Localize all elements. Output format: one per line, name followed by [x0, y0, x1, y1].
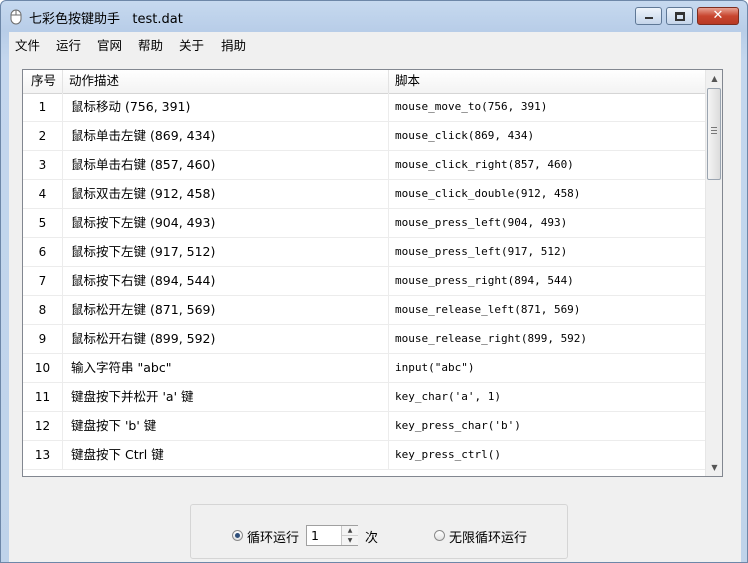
- app-window: 七彩色按键助手 test.dat ✕ 文件 运行 官网 帮助 关于 捐助 序号 …: [0, 0, 748, 563]
- row-script: key_press_char('b'): [395, 419, 521, 432]
- table-row[interactable]: 3 鼠标单击右键 (857, 460) mouse_click_right(857,…: [23, 151, 705, 180]
- row-script: mouse_move_to(756, 391): [395, 100, 548, 113]
- row-number: 4: [23, 180, 63, 209]
- row-script: mouse_press_right(894, 544): [395, 274, 574, 287]
- client-area: 序号 动作描述 脚本 1 鼠标移动 (756, 391) mouse_move_to…: [9, 54, 741, 562]
- table-row[interactable]: 8 鼠标松开左键 (871, 569) mouse_release_left(871…: [23, 296, 705, 325]
- row-number: 8: [23, 296, 63, 325]
- row-number: 9: [23, 325, 63, 354]
- menu-run[interactable]: 运行: [56, 35, 81, 54]
- row-number: 7: [23, 267, 63, 296]
- row-number: 10: [23, 354, 63, 383]
- vertical-scrollbar[interactable]: ▲ ▼: [705, 70, 722, 476]
- minimize-icon: [645, 17, 653, 19]
- table-row[interactable]: 2 鼠标单击左键 (869, 434) mouse_click(869, 434): [23, 122, 705, 151]
- row-script: mouse_click_double(912, 458): [395, 187, 581, 200]
- spinner-buttons: ▲ ▼: [341, 526, 358, 545]
- row-description: 鼠标移动 (756, 391): [63, 93, 389, 122]
- scrollbar-thumb[interactable]: [707, 88, 721, 180]
- loop-radio[interactable]: [232, 530, 243, 541]
- infinite-loop-label[interactable]: 无限循环运行: [449, 527, 527, 546]
- menu-file[interactable]: 文件: [15, 35, 40, 54]
- action-list[interactable]: 序号 动作描述 脚本 1 鼠标移动 (756, 391) mouse_move_to…: [22, 69, 723, 477]
- close-icon: ✕: [712, 8, 724, 23]
- row-number: 6: [23, 238, 63, 267]
- row-description: 键盘按下并松开 'a' 键: [63, 383, 389, 412]
- row-description: 鼠标按下右键 (894, 544): [63, 267, 389, 296]
- list-header: 序号 动作描述 脚本: [23, 70, 705, 94]
- row-script: mouse_press_left(904, 493): [395, 216, 568, 229]
- column-header-number[interactable]: 序号: [23, 70, 63, 93]
- table-row[interactable]: 13 键盘按下 Ctrl 键 key_press_ctrl(): [23, 441, 705, 470]
- row-description: 鼠标单击左键 (869, 434): [63, 122, 389, 151]
- row-number: 2: [23, 122, 63, 151]
- loop-label[interactable]: 循环运行: [247, 527, 299, 546]
- spin-up-icon[interactable]: ▲: [342, 526, 358, 536]
- table-row[interactable]: 6 鼠标按下左键 (917, 512) mouse_press_left(917, …: [23, 238, 705, 267]
- row-description: 鼠标单击右键 (857, 460): [63, 151, 389, 180]
- minimize-button[interactable]: [635, 7, 662, 25]
- row-script: mouse_press_left(917, 512): [395, 245, 568, 258]
- times-label: 次: [365, 531, 379, 546]
- table-row[interactable]: 12 键盘按下 'b' 键 key_press_char('b'): [23, 412, 705, 441]
- table-row[interactable]: 1 鼠标移动 (756, 391) mouse_move_to(756, 391): [23, 93, 705, 122]
- row-description: 鼠标松开左键 (871, 569): [63, 296, 389, 325]
- row-number: 13: [23, 441, 63, 470]
- menu-about[interactable]: 关于: [179, 35, 204, 54]
- row-description: 键盘按下 Ctrl 键: [63, 441, 389, 470]
- menu-help[interactable]: 帮助: [138, 35, 163, 54]
- row-script: key_press_ctrl(): [395, 448, 501, 461]
- menu-bar: 文件 运行 官网 帮助 关于 捐助: [9, 32, 741, 55]
- row-description: 鼠标按下左键 (904, 493): [63, 209, 389, 238]
- row-number: 5: [23, 209, 63, 238]
- radio-dot-icon: [235, 533, 240, 538]
- row-description: 键盘按下 'b' 键: [63, 412, 389, 441]
- grip-icon: [711, 127, 717, 128]
- title-bar[interactable]: 七彩色按键助手 test.dat ✕: [1, 1, 747, 32]
- row-script: key_char('a', 1): [395, 390, 501, 403]
- infinite-loop-radio[interactable]: [434, 530, 445, 541]
- row-script: mouse_release_left(871, 569): [395, 303, 581, 316]
- row-number: 1: [23, 93, 63, 122]
- spin-down-icon[interactable]: ▼: [342, 536, 358, 545]
- maximize-icon: [675, 12, 685, 21]
- row-number: 12: [23, 412, 63, 441]
- table-row[interactable]: 5 鼠标按下左键 (904, 493) mouse_press_left(904, …: [23, 209, 705, 238]
- table-row[interactable]: 9 鼠标松开右键 (899, 592) mouse_release_right(89…: [23, 325, 705, 354]
- row-script: mouse_click(869, 434): [395, 129, 535, 142]
- row-description: 输入字符串 "abc": [63, 354, 389, 383]
- column-header-description[interactable]: 动作描述: [63, 70, 389, 93]
- row-description: 鼠标按下左键 (917, 512): [63, 238, 389, 267]
- menu-donate[interactable]: 捐助: [221, 35, 246, 54]
- scroll-down-icon[interactable]: ▼: [706, 459, 722, 476]
- mouse-icon: [10, 9, 22, 25]
- run-options-panel: 循环运行 1 ▲ ▼ 次 无限循环运行: [190, 504, 568, 559]
- window-title: 七彩色按键助手 test.dat: [29, 12, 183, 27]
- row-script: input("abc"): [395, 361, 475, 374]
- row-description: 鼠标松开右键 (899, 592): [63, 325, 389, 354]
- close-button[interactable]: ✕: [697, 7, 739, 25]
- table-row[interactable]: 11 键盘按下并松开 'a' 键 key_char('a', 1): [23, 383, 705, 412]
- loop-count-spinner[interactable]: 1 ▲ ▼: [306, 525, 358, 546]
- row-script: mouse_click_right(857, 460): [395, 158, 574, 171]
- column-header-script[interactable]: 脚本: [389, 70, 705, 93]
- row-script: mouse_release_right(899, 592): [395, 332, 588, 345]
- row-number: 3: [23, 151, 63, 180]
- table-row[interactable]: 10 输入字符串 "abc" input("abc"): [23, 354, 705, 383]
- loop-count-value[interactable]: 1: [311, 528, 319, 543]
- menu-website[interactable]: 官网: [97, 35, 122, 54]
- table-row[interactable]: 7 鼠标按下右键 (894, 544) mouse_press_right(894,…: [23, 267, 705, 296]
- maximize-button[interactable]: [666, 7, 693, 25]
- row-number: 11: [23, 383, 63, 412]
- table-row[interactable]: 4 鼠标双击左键 (912, 458) mouse_click_double(912…: [23, 180, 705, 209]
- row-description: 鼠标双击左键 (912, 458): [63, 180, 389, 209]
- scroll-up-icon[interactable]: ▲: [706, 70, 722, 87]
